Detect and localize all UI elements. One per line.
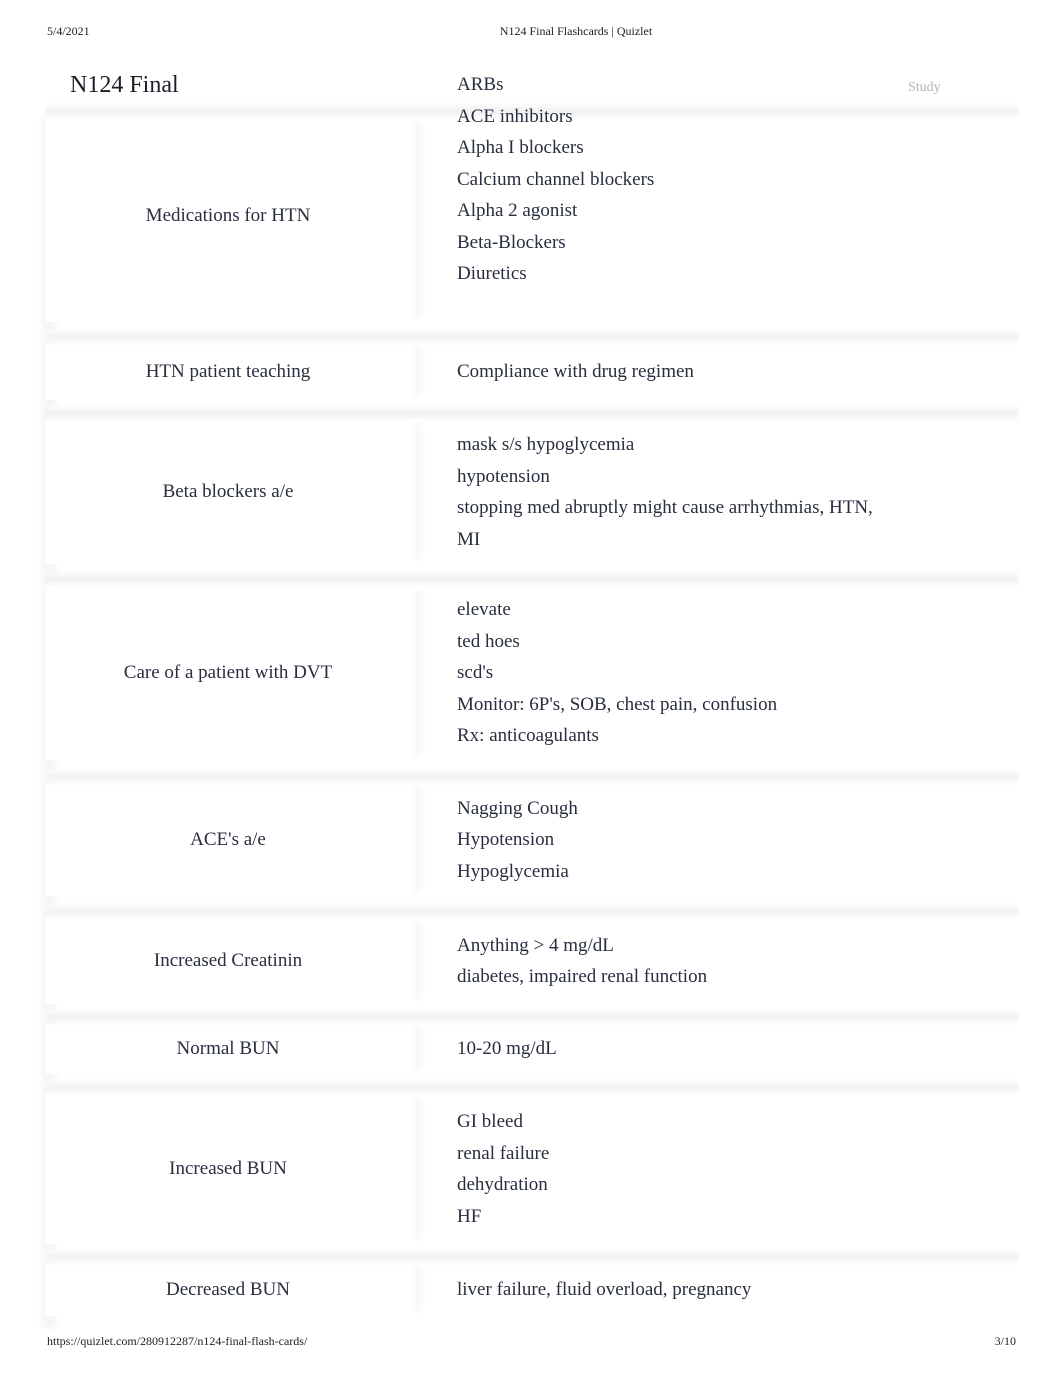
definition-line: ted hoes [457, 630, 520, 652]
card-divider [412, 1028, 424, 1070]
definition-line: Calcium channel blockers [457, 168, 655, 190]
definition-line: Anything > 4 mg/dL [457, 934, 614, 956]
print-url: https://quizlet.com/280912287/n124-final… [47, 1334, 308, 1348]
definition-line: Alpha I blockers [457, 137, 584, 158]
definition-line: 10-20 mg/dL [457, 1038, 557, 1060]
card-term: HTN patient teaching [145, 361, 311, 382]
flashcard: HTN patient teaching Compliance with dru… [46, 344, 1018, 400]
definition-line: HF [457, 1205, 482, 1227]
definition-line: Monitor: 6P's, SOB, chest pain, confusio… [457, 693, 778, 715]
definition-line: scd's [457, 662, 494, 684]
card-divider [412, 1268, 424, 1312]
definition-line: MI [457, 528, 481, 550]
set-title: N124 Final [70, 72, 179, 98]
card-term: Medications for HTN [145, 205, 311, 226]
study-button[interactable]: Study [908, 80, 941, 96]
definition-line: hypotension [457, 465, 550, 487]
flashcard: Beta blockers a/e mask s/s hypoglycemia h… [46, 420, 1018, 564]
card-term: Increased Creatinin [153, 950, 303, 971]
card-term: Increased BUN [169, 1158, 287, 1179]
card-term: Beta blockers a/e [162, 481, 294, 502]
definition-line: Compliance with drug regimen [457, 361, 694, 383]
definition-line: GI bleed [457, 1111, 523, 1132]
flashcard: Increased BUN GI bleed renal failure dehyd… [46, 1094, 1018, 1244]
card-divider [412, 1098, 424, 1240]
definition-line: Alpha 2 agonist [457, 200, 578, 221]
definition-line: Rx: anticoagulants [457, 725, 599, 747]
card-definition: elevate ted hoes scd's Monitor: 6P's, SOB, … [457, 586, 907, 760]
card-term: Decreased BUN [166, 1279, 290, 1300]
definition-line: stopping med abruptly might cause arrhyt… [457, 497, 873, 518]
card-definition: ARBs ACE inhibitors Alpha I blockers Calciu… [457, 68, 907, 294]
print-page-number: 3/10 [994, 1334, 1016, 1348]
definition-line: Diuretics [457, 263, 527, 284]
definition-line: renal failure [457, 1142, 550, 1164]
card-definition: liver failure, fluid overload, pregnancy [457, 1264, 907, 1316]
flashcard: ACE's a/e Nagging Cough Hypotension Hypogl… [46, 784, 1018, 896]
card-divider [412, 348, 424, 396]
card-term: Normal BUN [176, 1038, 280, 1059]
card-definition: Compliance with drug regimen [457, 344, 907, 400]
definition-line: Beta-Blockers [457, 231, 566, 253]
card-definition: Nagging Cough Hypotension Hypoglycemia [457, 784, 907, 896]
definition-line: liver failure, fluid overload, pregnancy [457, 1279, 752, 1301]
definition-line: Hypoglycemia [457, 860, 569, 882]
flashcard-list: Medications for HTN ARBs ACE inhibitors Al… [40, 74, 1018, 1328]
card-definition: GI bleed renal failure dehydration HF [457, 1094, 907, 1244]
flashcard: Decreased BUN liver failure, fluid overl… [46, 1264, 1018, 1316]
flashcard: Care of a patient with DVT elevate ted ho… [46, 586, 1018, 760]
definition-line: ACE inhibitors [457, 105, 573, 127]
flashcard: Increased Creatinin Anything > 4 mg/dL di… [46, 918, 1018, 1004]
definition-line: mask s/s hypoglycemia [457, 434, 635, 455]
card-definition: Anything > 4 mg/dL diabetes, impaired ren… [457, 918, 907, 1004]
flashcard: Normal BUN 10-20 mg/dL [46, 1024, 1018, 1074]
card-definition: mask s/s hypoglycemia hypotension stopping… [457, 420, 907, 564]
card-term: Care of a patient with DVT [123, 662, 333, 683]
flashcard: Medications for HTN ARBs ACE inhibitors Al… [46, 74, 1018, 322]
card-definition: 10-20 mg/dL [457, 1024, 907, 1074]
card-divider [412, 788, 424, 892]
card-divider [412, 122, 424, 318]
definition-line: diabetes, impaired renal function [457, 966, 708, 987]
definition-line: dehydration [457, 1174, 548, 1195]
definition-line: Hypotension [457, 829, 555, 851]
definition-line: elevate [457, 599, 511, 621]
print-header: 5/4/2021 N124 Final Flashcards | Quizlet [0, 24, 1062, 42]
card-divider [412, 424, 424, 560]
card-divider [412, 590, 424, 756]
definition-line: ARBs [457, 74, 504, 95]
definition-line: Nagging Cough [457, 797, 578, 819]
card-divider [412, 922, 424, 1000]
card-term: ACE's a/e [190, 829, 266, 850]
print-page-title: N124 Final Flashcards | Quizlet [499, 24, 653, 38]
